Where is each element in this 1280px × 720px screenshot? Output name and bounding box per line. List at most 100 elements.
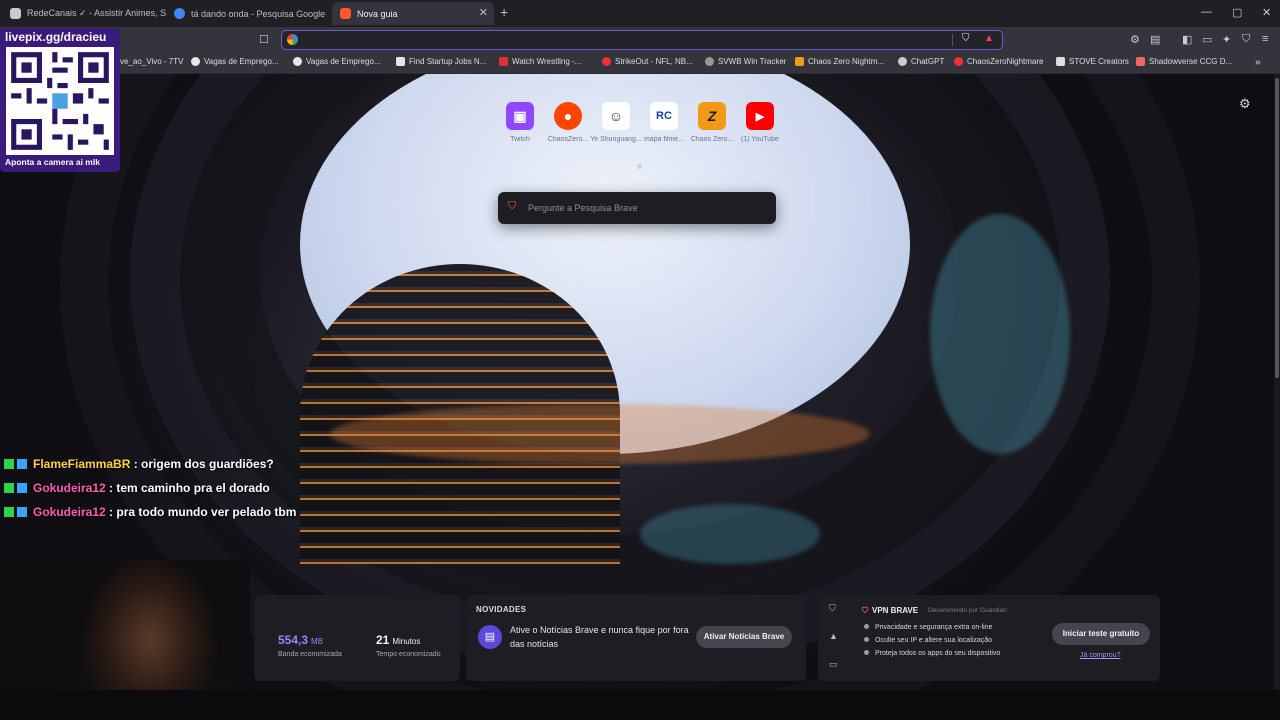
bookmark-item[interactable]: ChaosZeroNightmare bbox=[954, 57, 1043, 66]
address-bar[interactable]: ⛉ ▲ bbox=[281, 30, 1003, 50]
chat-text: : origem dos guardiões? bbox=[130, 457, 274, 471]
google-icon bbox=[287, 34, 298, 45]
top-site-ye-shunguang[interactable]: ☺ Ye Shunguang... bbox=[590, 102, 642, 143]
stream-chat: FlameFiammaBR : origem dos guardiões? Go… bbox=[4, 452, 296, 524]
close-window-button[interactable]: ✕ bbox=[1262, 6, 1271, 19]
start-trial-button[interactable]: Iniciar teste gratuito bbox=[1052, 623, 1150, 645]
new-tab-button[interactable]: + bbox=[500, 4, 508, 20]
chat-text: : pra todo mundo ver pelado tbm bbox=[105, 505, 297, 519]
reddit-icon: ● bbox=[554, 102, 582, 130]
bookmark-item[interactable]: Shadowverse CCG D... bbox=[1136, 57, 1232, 66]
bullet-icon bbox=[864, 624, 869, 629]
brave-lion-icon: ⛉ bbox=[508, 200, 517, 212]
close-tab-icon[interactable]: ✕ bbox=[479, 6, 488, 19]
bookmark-item[interactable]: Vagas de Emprego... bbox=[293, 57, 381, 66]
bookmark-item[interactable]: StrikeOut - NFL, NB... bbox=[602, 57, 693, 66]
more-bookmarks-icon[interactable]: » bbox=[1255, 57, 1261, 68]
vpn-icon[interactable]: ⛉ bbox=[1242, 33, 1250, 46]
wallet-icon[interactable]: ▭ bbox=[1202, 33, 1212, 46]
webcam-overlay bbox=[0, 560, 250, 690]
scrollbar-thumb[interactable] bbox=[1275, 78, 1279, 378]
tab-nova-guia[interactable]: Nova guia ✕ bbox=[332, 2, 494, 25]
bookmark-favicon-icon bbox=[795, 57, 804, 66]
bookmark-favicon-icon bbox=[1136, 57, 1145, 66]
maximize-button[interactable]: ▢ bbox=[1232, 6, 1242, 19]
bookmark-favicon-icon bbox=[705, 57, 714, 66]
bandwidth-value: 554,3 MB bbox=[278, 633, 324, 647]
news-title: NOVIDADES bbox=[476, 605, 527, 614]
top-site-chaos-zero[interactable]: Z Chaos Zero... bbox=[691, 102, 733, 143]
customize-gear-icon[interactable]: ⚙ bbox=[1239, 96, 1251, 112]
talk-switch-icon[interactable]: ▭ bbox=[829, 659, 838, 670]
top-site-twitch[interactable]: ▣ Twitch bbox=[500, 102, 540, 143]
brave-favicon-icon bbox=[340, 8, 351, 19]
minimize-button[interactable]: — bbox=[1201, 6, 1212, 18]
vpn-title: ⛉ VPN BRAVE bbox=[862, 606, 919, 615]
pager-dot[interactable] bbox=[637, 164, 642, 169]
extensions-icon[interactable]: ⚙ bbox=[1130, 33, 1140, 46]
background-glow bbox=[330, 404, 870, 464]
bookmark-item[interactable]: ChatGPT bbox=[898, 57, 944, 66]
top-site-label: ChaosZero... bbox=[547, 136, 589, 143]
bookmark-favicon-icon bbox=[191, 57, 200, 66]
tab-search-icon[interactable]: ▤ bbox=[1150, 33, 1160, 46]
bookmark-item[interactable]: Find Startup Jobs N... bbox=[396, 57, 486, 66]
vpn-widget: ⛉ ▲ ▭ ⛉ VPN BRAVE Desenvolvido por Guardi… bbox=[818, 595, 1160, 681]
chat-message: Gokudeira12 : tem caminho pra el dorado bbox=[4, 476, 296, 500]
bookmark-item[interactable]: SVWB Win Tracker bbox=[705, 57, 786, 66]
widget-switcher: ⛉ ▲ ▭ bbox=[818, 595, 848, 681]
brave-search-box[interactable]: ⛉ Pergunte a Pesquisa Brave bbox=[498, 192, 776, 224]
chat-message: Gokudeira12 : pra todo mundo ver pelado … bbox=[4, 500, 296, 524]
chaos-zero-icon: Z bbox=[698, 102, 726, 130]
scrollbar[interactable] bbox=[1274, 74, 1280, 690]
tab-redecanais[interactable]: RedeCanais ✓ - Assistir Animes, Séri... bbox=[2, 2, 166, 25]
menu-icon[interactable]: ≡ bbox=[1262, 33, 1268, 45]
bookmark-favicon-icon bbox=[396, 57, 405, 66]
vpn-shield-icon: ⛉ bbox=[862, 606, 868, 615]
tab-google-search[interactable]: tá dando onda - Pesquisa Google bbox=[166, 2, 330, 25]
top-site-youtube[interactable]: ▶ (1) YouTube bbox=[740, 102, 780, 143]
bookmark-item[interactable]: ve_ao_Vivo - 7TV bbox=[120, 57, 183, 66]
brave-rewards-icon[interactable]: ▲ bbox=[984, 33, 994, 44]
badge-icon bbox=[17, 459, 27, 469]
top-site-mapa-filme[interactable]: RC mapa filme... bbox=[644, 102, 684, 143]
rewards-switch-icon[interactable]: ▲ bbox=[829, 631, 838, 641]
leo-ai-icon[interactable]: ✦ bbox=[1222, 33, 1231, 46]
vpn-feature: Proteja todos os apps do seu dispositivo bbox=[864, 650, 1000, 657]
search-placeholder[interactable]: Pergunte a Pesquisa Brave bbox=[528, 203, 638, 213]
stats-widget: 554,3 MB Banda economizada 21 Minutos Temp… bbox=[254, 595, 460, 681]
news-icon: ▤ bbox=[478, 625, 502, 649]
top-site-chaoszero-reddit[interactable]: ● ChaosZero... bbox=[548, 102, 588, 143]
pager-dot[interactable] bbox=[624, 164, 634, 169]
top-site-label: Ye Shunguang... bbox=[590, 136, 642, 143]
bottom-bar bbox=[0, 690, 1280, 720]
enable-news-button[interactable]: Ativar Notícias Brave bbox=[696, 626, 792, 648]
bookmark-item[interactable]: STOVE Creators bbox=[1056, 57, 1129, 66]
top-sites-pager[interactable] bbox=[624, 164, 642, 169]
toolbar: ☐ ⛉ ▲ ⚙ ▤ ◧ ▭ ✦ ⛉ ≡ bbox=[0, 27, 1280, 53]
sidebar-icon[interactable]: ◧ bbox=[1182, 33, 1192, 46]
bookmark-icon[interactable]: ☐ bbox=[259, 33, 269, 46]
bookmark-item[interactable]: Vagas de Emprego... bbox=[191, 57, 279, 66]
bookmark-item[interactable]: Watch Wrestling -... bbox=[499, 57, 581, 66]
chat-message: FlameFiammaBR : origem dos guardiões? bbox=[4, 452, 296, 476]
qr-code-icon bbox=[6, 47, 114, 155]
already-purchased-link[interactable]: Já comprou? bbox=[1080, 652, 1120, 659]
vpn-switch-icon[interactable]: ⛉ bbox=[829, 603, 836, 614]
news-widget: NOVIDADES ▤ Ative o Notícias Brave e nun… bbox=[466, 595, 806, 681]
bandwidth-label: Banda economizada bbox=[278, 651, 342, 658]
brave-shields-icon[interactable]: ⛉ bbox=[962, 33, 970, 44]
news-text: Ative o Notícias Brave e nunca fique por… bbox=[510, 625, 689, 649]
background-glow bbox=[640, 504, 820, 564]
badge-icon bbox=[4, 507, 14, 517]
bookmark-favicon-icon bbox=[1056, 57, 1065, 66]
livepix-url: livepix.gg/dracieu bbox=[5, 30, 107, 44]
badge-icon bbox=[17, 483, 27, 493]
livepix-overlay: livepix.gg/dracieu Aponta a camera ai ml… bbox=[0, 28, 120, 172]
bullet-icon bbox=[864, 637, 869, 642]
google-favicon-icon bbox=[174, 8, 185, 19]
character-icon: ☺ bbox=[602, 102, 630, 130]
bookmark-item[interactable]: Chaos Zero Nightm... bbox=[795, 57, 884, 66]
divider bbox=[952, 34, 953, 46]
background-glow bbox=[930, 214, 1070, 454]
